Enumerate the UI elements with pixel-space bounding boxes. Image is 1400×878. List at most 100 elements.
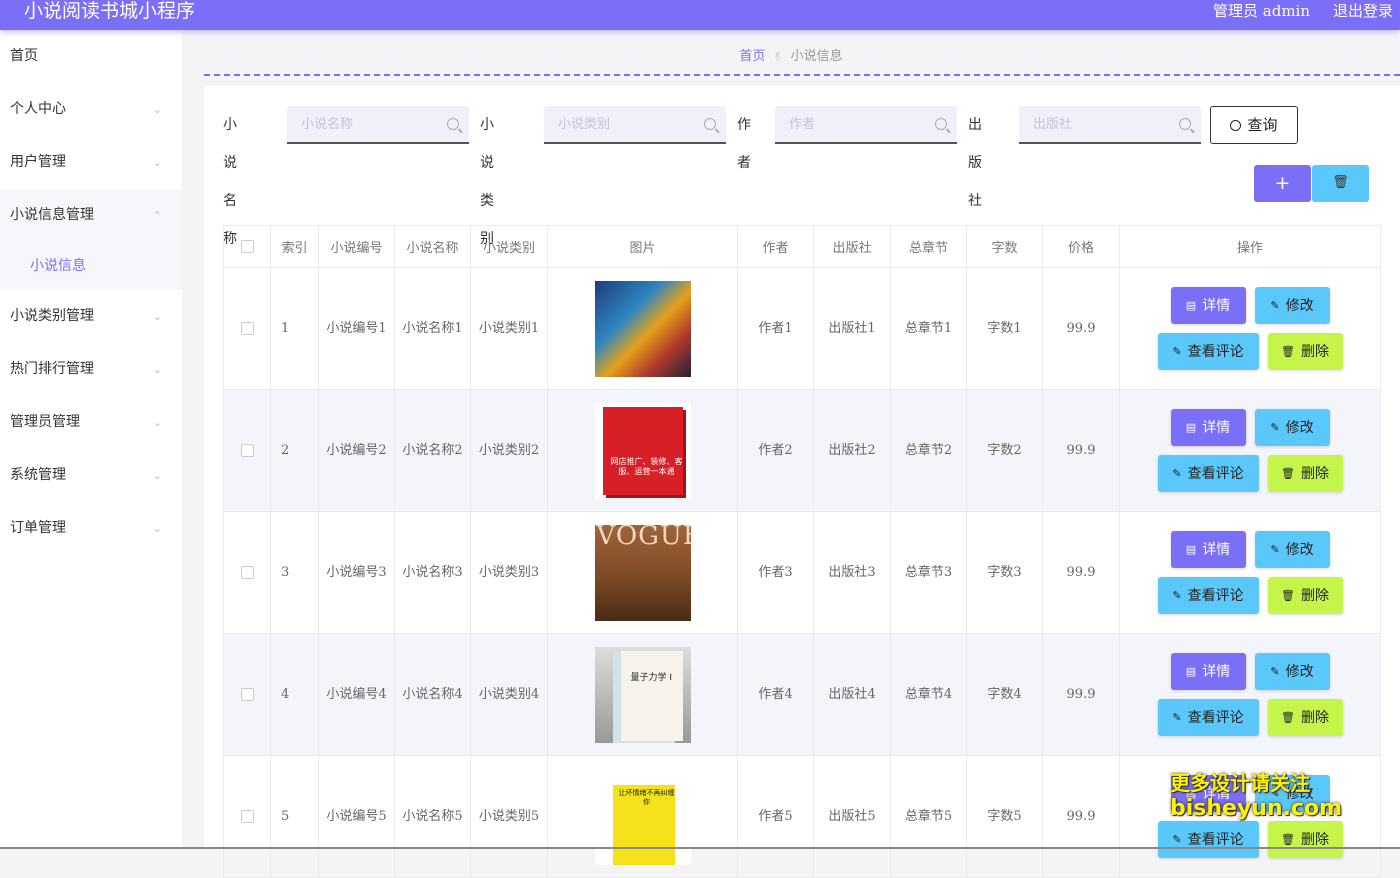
view-reviews-button[interactable]: ✎ 查看评论 (1157, 455, 1259, 492)
view-reviews-button[interactable]: ✎ 查看评论 (1157, 333, 1259, 370)
pencil-icon: ✎ (1270, 664, 1280, 678)
document-icon: ▤ (1185, 542, 1197, 556)
column-header: 索引 (270, 225, 319, 268)
sidebar-group-novel-info: 小说信息管理 ⌃ 小说信息 (0, 189, 182, 290)
sidebar-item-profile[interactable]: 个人中心 ⌄ (0, 83, 182, 136)
cover-image (594, 280, 691, 377)
sidebar-item-system[interactable]: 系统管理 ⌄ (0, 449, 182, 502)
publisher-cell: 出版社5 (813, 755, 891, 878)
index-cell: 4 (270, 633, 319, 756)
view-reviews-button[interactable]: ✎ 查看评论 (1157, 699, 1259, 736)
sidebar-subitem-novel-info[interactable]: 小说信息 (0, 242, 182, 290)
table-row: 2 小说编号2 小说名称2 小说类别2 网店推广、装修、客服、运营一本通 作者2… (223, 389, 1381, 512)
row-checkbox[interactable] (240, 443, 254, 457)
sidebar-item-hot-ranking[interactable]: 热门排行管理 ⌄ (0, 343, 182, 396)
row-checkbox[interactable] (240, 565, 254, 579)
breadcrumb-divider (204, 74, 1400, 76)
code-cell: 小说编号5 (318, 755, 395, 878)
action-group: ▤ 详情 ✎ 修改 ✎ 查看评论 🗑 删除 (1155, 405, 1345, 497)
pencil-icon: ✎ (1172, 588, 1182, 602)
code-cell: 小说编号4 (318, 633, 395, 756)
column-header: 出版社 (813, 225, 891, 268)
name-cell: 小说名称1 (394, 267, 471, 390)
detail-button[interactable]: ▤ 详情 (1170, 287, 1246, 324)
query-button-label: 查询 (1247, 116, 1278, 134)
cover-image: 量子力学 I (594, 646, 691, 743)
sidebar-item-users[interactable]: 用户管理 ⌄ (0, 136, 182, 189)
code-cell: 小说编号3 (318, 511, 395, 634)
image-cell: 网店推广、装修、客服、运营一本通 (547, 389, 738, 512)
name-cell: 小说名称4 (394, 633, 471, 756)
row-checkbox[interactable] (240, 809, 254, 823)
actions-cell: ▤ 详情 ✎ 修改 ✎ 查看评论 🗑 删除 (1119, 389, 1381, 512)
category-cell: 小说类别2 (470, 389, 548, 512)
view-reviews-button[interactable]: ✎ 查看评论 (1157, 577, 1259, 614)
batch-delete-button[interactable]: 🗑 (1312, 165, 1369, 202)
watermark: 更多设计请关注 bisheyun.com (1170, 770, 1342, 822)
author-search-input-wrapper (775, 106, 957, 144)
name-search-input[interactable] (287, 106, 427, 142)
author-cell: 作者1 (737, 267, 814, 390)
image-cell (547, 267, 738, 390)
sidebar-item-home[interactable]: 首页 (0, 30, 182, 83)
edit-button[interactable]: ✎ 修改 (1254, 287, 1330, 324)
row-select-cell (223, 633, 271, 756)
cover-image: VOGUE (594, 524, 691, 621)
code-cell: 小说编号2 (318, 389, 395, 512)
edit-button[interactable]: ✎ 修改 (1254, 531, 1330, 568)
edit-button[interactable]: ✎ 修改 (1254, 409, 1330, 446)
sidebar-item-label: 用户管理 (10, 154, 66, 170)
detail-button[interactable]: ▤ 详情 (1170, 531, 1246, 568)
words-cell: 字数4 (966, 633, 1043, 756)
delete-button[interactable]: 🗑 删除 (1267, 577, 1343, 614)
price-cell: 99.9 (1042, 511, 1120, 634)
breadcrumb-home[interactable]: 首页 (739, 49, 765, 64)
category-search-input[interactable] (544, 106, 684, 142)
edit-button[interactable]: ✎ 修改 (1254, 653, 1330, 690)
column-header: 小说类别 (470, 225, 548, 268)
author-search-input[interactable] (775, 106, 915, 142)
add-button[interactable]: + (1254, 165, 1311, 202)
logout-button[interactable]: 退出登录 (1333, 0, 1393, 22)
category-search-input-wrapper (544, 106, 726, 144)
category-cell: 小说类别5 (470, 755, 548, 878)
publisher-search-input[interactable] (1019, 106, 1159, 142)
row-checkbox[interactable] (240, 687, 254, 701)
delete-button[interactable]: 🗑 删除 (1267, 821, 1343, 858)
select-all-checkbox[interactable] (240, 240, 254, 253)
trash-icon: 🗑 (1281, 588, 1295, 602)
breadcrumb-current: 小说信息 (790, 49, 843, 64)
cover-image: 让坏情绪不再纠缠你 (594, 768, 691, 865)
view-reviews-button[interactable]: ✎ 查看评论 (1157, 821, 1259, 858)
sidebar-item-label: 首页 (10, 48, 38, 64)
search-icon (704, 118, 716, 130)
delete-button[interactable]: 🗑 删除 (1267, 455, 1343, 492)
sidebar-item-label: 管理员管理 (10, 414, 80, 430)
chevron-down-icon: ⌄ (152, 469, 162, 482)
sidebar-item-label: 订单管理 (10, 520, 66, 536)
query-button[interactable]: 查询 (1210, 106, 1298, 144)
detail-button[interactable]: ▤ 详情 (1170, 653, 1246, 690)
actions-cell: ▤ 详情 ✎ 修改 ✎ 查看评论 🗑 删除 (1119, 267, 1381, 390)
sidebar-item-novel-info[interactable]: 小说信息管理 ⌃ (0, 189, 182, 242)
delete-button[interactable]: 🗑 删除 (1267, 699, 1343, 736)
index-cell: 3 (270, 511, 319, 634)
name-cell: 小说名称5 (394, 755, 471, 878)
sidebar-item-orders[interactable]: 订单管理 ⌄ (0, 502, 182, 555)
detail-button[interactable]: ▤ 详情 (1170, 409, 1246, 446)
index-cell: 2 (270, 389, 319, 512)
index-cell: 5 (270, 755, 319, 878)
sidebar-item-admins[interactable]: 管理员管理 ⌄ (0, 396, 182, 449)
sidebar-item-novel-category[interactable]: 小说类别管理 ⌄ (0, 290, 182, 343)
action-group: ▤ 详情 ✎ 修改 ✎ 查看评论 🗑 删除 (1155, 527, 1345, 619)
chevron-down-icon: ⌄ (152, 416, 162, 429)
trash-icon: 🗑 (1281, 344, 1295, 358)
delete-button[interactable]: 🗑 删除 (1267, 333, 1343, 370)
chevron-down-icon: ⌄ (152, 310, 162, 323)
publisher-search-input-wrapper (1019, 106, 1201, 144)
pencil-icon: ✎ (1270, 542, 1280, 556)
name-cell: 小说名称3 (394, 511, 471, 634)
breadcrumb: 首页 ✌ 小说信息 (182, 30, 1400, 76)
publisher-label: 出版社 (968, 117, 982, 209)
row-checkbox[interactable] (240, 321, 254, 335)
